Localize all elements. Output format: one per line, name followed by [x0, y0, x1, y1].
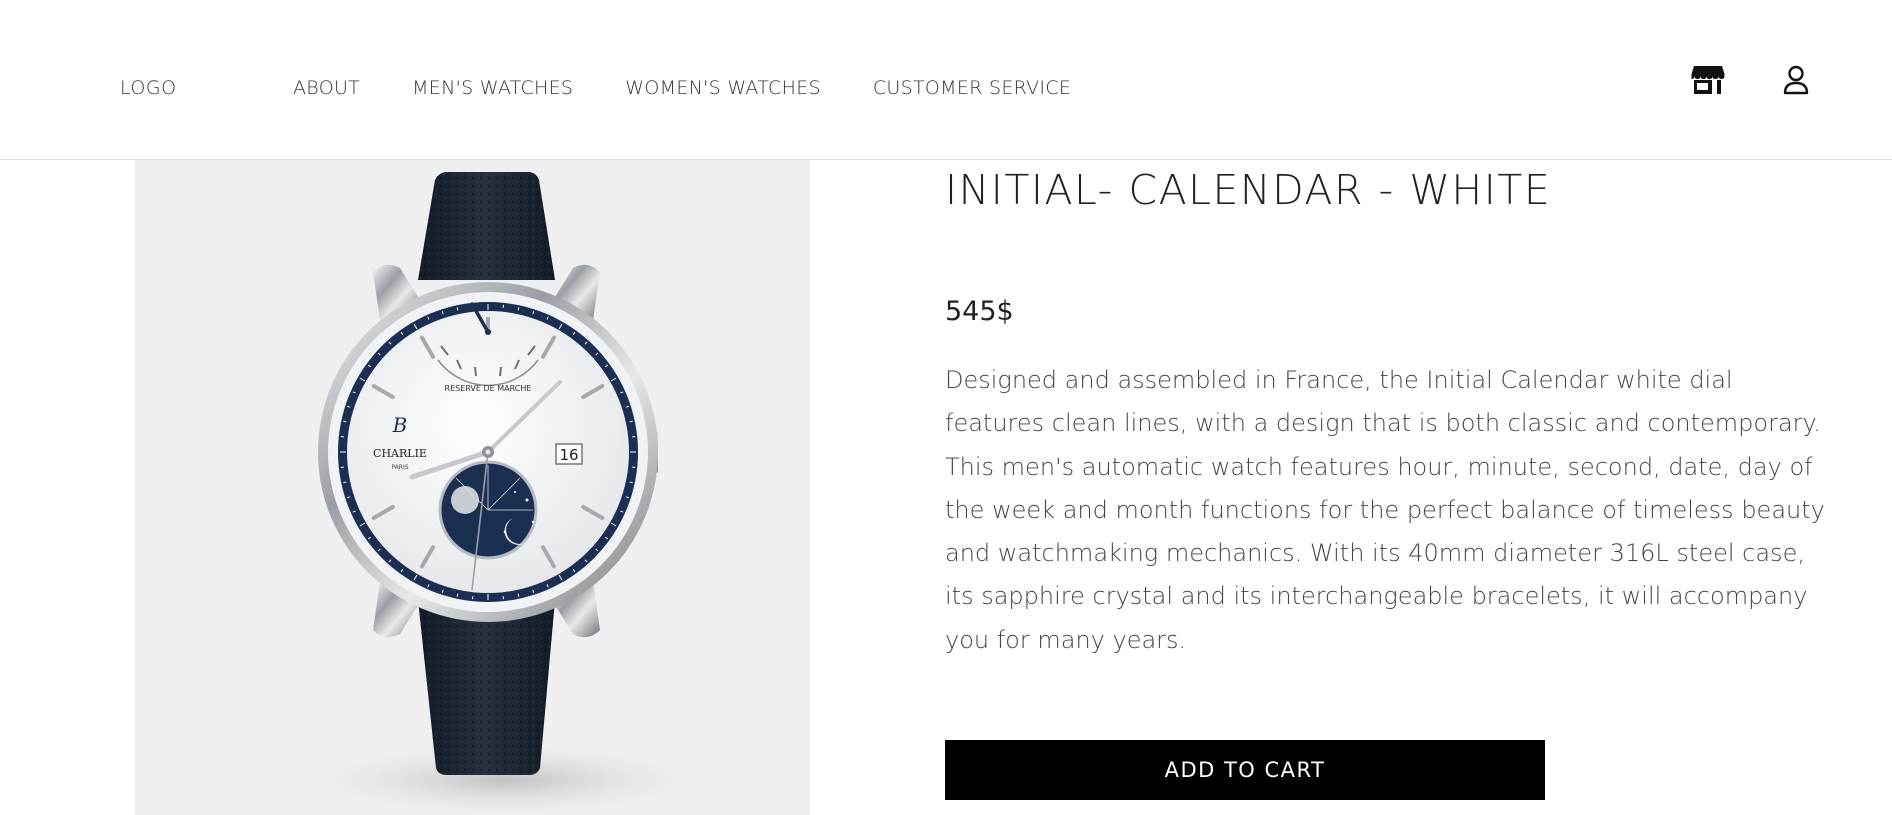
nav-about[interactable]: ABOUT — [293, 77, 360, 99]
subdial-label: RESERVE DE MARCHE — [445, 384, 532, 393]
product-image[interactable]: RESERVE DE MARCHE B CHARLIE PARIS 16 — [135, 160, 810, 815]
bezel-tick — [456, 307, 459, 311]
bezel-tick — [517, 307, 520, 311]
dial-city: PARIS — [391, 464, 408, 471]
bezel-tick — [629, 420, 633, 423]
product-description: Designed and assembled in France, the In… — [945, 366, 1825, 654]
svg-text:B: B — [392, 413, 408, 437]
bezel-tick — [517, 593, 520, 597]
bezel-tick — [456, 593, 459, 597]
dial-brand: CHARLIE — [373, 447, 427, 460]
product-price: 545$ — [945, 296, 1014, 327]
logo[interactable]: LOGO — [120, 77, 177, 99]
bezel-tick — [343, 420, 347, 423]
nav-customer-service[interactable]: CUSTOMER SERVICE — [873, 77, 1071, 99]
date-window: 16 — [559, 446, 578, 464]
store-icon[interactable] — [1690, 62, 1726, 98]
nav-mens-watches[interactable]: MEN'S WATCHES — [412, 77, 573, 99]
main-nav: ABOUT MEN'S WATCHES WOMEN'S WATCHES CUST… — [293, 77, 1123, 99]
add-to-cart-button[interactable]: ADD TO CART — [945, 740, 1545, 800]
product-info: INITIAL- CALENDAR - WHITE 545$ Designed … — [945, 165, 1835, 662]
product-title: INITIAL- CALENDAR - WHITE — [945, 166, 1552, 214]
header-actions — [1690, 62, 1814, 98]
user-icon[interactable] — [1778, 62, 1814, 98]
site-header: LOGO ABOUT MEN'S WATCHES WOMEN'S WATCHES… — [0, 0, 1892, 160]
bezel-tick — [343, 481, 347, 484]
bezel-tick — [629, 481, 633, 484]
nav-womens-watches[interactable]: WOMEN'S WATCHES — [625, 77, 821, 99]
